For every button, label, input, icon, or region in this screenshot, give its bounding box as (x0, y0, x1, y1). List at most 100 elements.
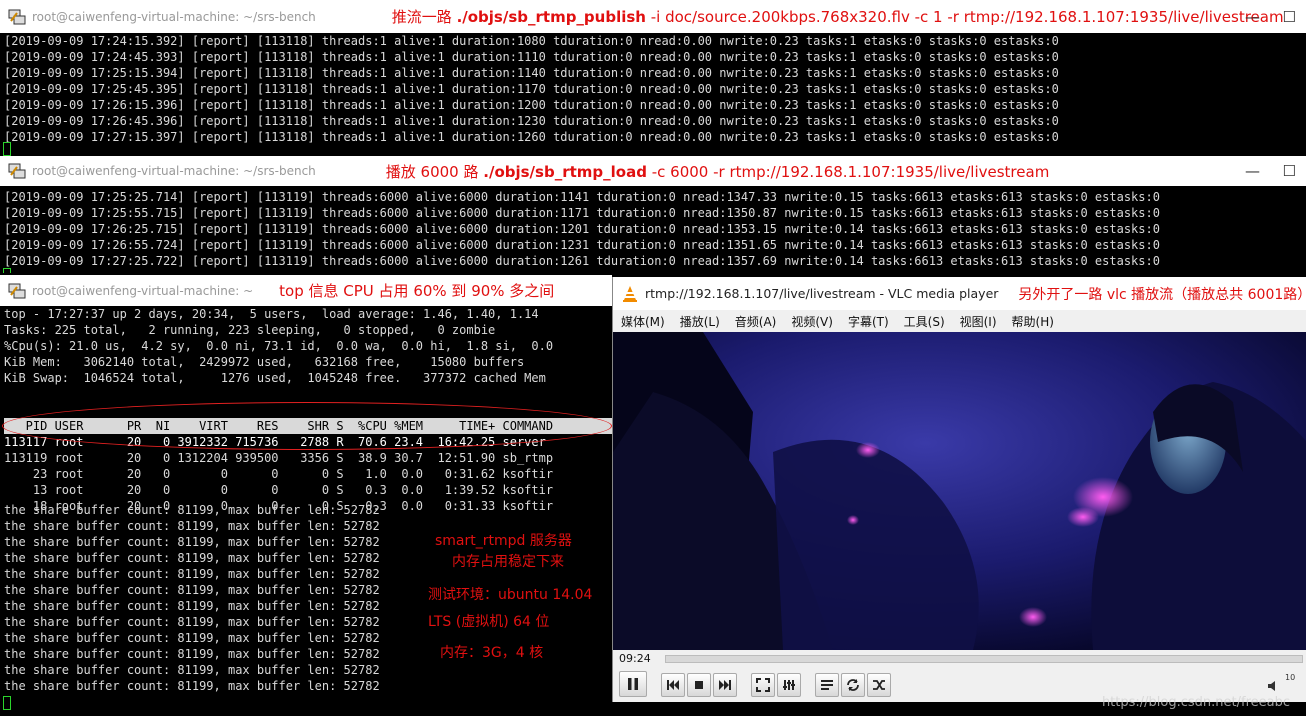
note-server-line2: 内存占用稳定下来 (452, 554, 564, 570)
annotation-load: 播放 6000 路 ./objs/sb_rtmp_load -c 6000 -r… (386, 161, 1050, 182)
buffer-log-line: the share buffer count: 81199, max buffe… (4, 599, 380, 613)
top-summary-line: top - 17:27:37 up 2 days, 20:34, 5 users… (4, 307, 539, 321)
menu-item[interactable]: 播放(L) (680, 313, 720, 330)
top-summary-line: %Cpu(s): 21.0 us, 4.2 sy, 0.0 ni, 73.1 i… (4, 339, 554, 353)
extended-settings-button[interactable] (777, 673, 801, 697)
shuffle-icon (873, 680, 885, 690)
loop-button[interactable] (841, 673, 865, 697)
menu-item[interactable]: 视频(V) (791, 313, 833, 330)
video-frame[interactable] (613, 332, 1306, 650)
menu-item[interactable]: 视图(I) (960, 313, 997, 330)
vlc-window: rtmp://192.168.1.107/live/livestream - V… (612, 277, 1306, 702)
log-line: [2019-09-09 17:26:45.396] [report] [1131… (4, 114, 1059, 128)
title-bar[interactable]: root@caiwenfeng-virtual-machine: ~/srs-b… (0, 0, 1306, 33)
log-line: [2019-09-09 17:26:15.396] [report] [1131… (4, 98, 1059, 112)
seek-bar[interactable] (665, 655, 1303, 663)
note-env-line2: LTS (虚拟机) 64 位 (428, 614, 550, 630)
volume-level: 10 (1285, 673, 1296, 682)
log-line: [2019-09-09 17:25:25.714] [report] [1131… (4, 190, 1160, 204)
annotation-load-cmd: ./objs/sb_rtmp_load (483, 162, 647, 181)
menu-item[interactable]: 媒体(M) (621, 313, 665, 330)
previous-button[interactable] (661, 673, 685, 697)
fullscreen-button[interactable] (751, 673, 775, 697)
vlc-title-bar[interactable]: rtmp://192.168.1.107/live/livestream - V… (613, 277, 1306, 310)
terminal-cursor (3, 696, 11, 710)
annotation-publish: 推流一路 ./objs/sb_rtmp_publish -i doc/sourc… (392, 6, 1284, 27)
window-title: root@caiwenfeng-virtual-machine: ~ (32, 283, 254, 298)
log-line: [2019-09-09 17:26:25.715] [report] [1131… (4, 222, 1160, 236)
putty-icon (8, 282, 26, 300)
buffer-log-line: the share buffer count: 81199, max buffe… (4, 535, 380, 549)
buffer-log-line: the share buffer count: 81199, max buffe… (4, 615, 380, 629)
terminal-cursor (3, 268, 11, 273)
annotation-publish-args: -i doc/source.200kbps.768x320.flv -c 1 -… (645, 8, 1284, 26)
video-scene (613, 332, 1306, 650)
note-env-line1: 测试环境：ubuntu 14.04 (428, 587, 593, 603)
vlc-window-title: rtmp://192.168.1.107/live/livestream - V… (645, 286, 999, 301)
terminal-output: [2019-09-09 17:24:15.392] [report] [1131… (4, 33, 1059, 145)
buffer-log-line: the share buffer count: 81199, max buffe… (4, 663, 380, 677)
log-line: [2019-09-09 17:27:15.397] [report] [1131… (4, 130, 1059, 144)
next-button[interactable] (713, 673, 737, 697)
note-server-line1: smart_rtmpd 服务器 (435, 533, 572, 549)
vlc-cone-icon (621, 285, 639, 303)
title-bar[interactable]: root@caiwenfeng-virtual-machine: ~/srs-b… (0, 156, 1306, 186)
annotation-load-args: -c 6000 -r rtmp://192.168.1.107:1935/liv… (646, 162, 1050, 181)
process-row: 13 root 20 0 0 0 0 S 0.3 0.0 1:39.52 kso… (4, 483, 554, 497)
top-summary-line: Tasks: 225 total, 2 running, 223 sleepin… (4, 323, 496, 337)
putty-icon (8, 8, 26, 26)
top-summary-line: KiB Swap: 1046524 total, 1276 used, 1045… (4, 371, 546, 385)
highlight-oval (2, 402, 612, 450)
annotation-publish-prefix: 推流一路 (391, 8, 457, 26)
playlist-button[interactable] (815, 673, 839, 697)
buffer-log-line: the share buffer count: 81199, max buffe… (4, 503, 380, 517)
minimize-button[interactable]: — (1245, 156, 1260, 186)
loop-icon (847, 679, 859, 691)
watermark: https://blog.csdn.net/freeabc (1101, 695, 1290, 710)
buffer-log-line: the share buffer count: 81199, max buffe… (4, 567, 380, 581)
next-icon (719, 680, 731, 690)
menu-item[interactable]: 工具(S) (904, 313, 945, 330)
menu-item[interactable]: 字幕(T) (848, 313, 889, 330)
buffer-log-line: the share buffer count: 81199, max buffe… (4, 519, 380, 533)
pause-button[interactable] (619, 671, 647, 697)
note-env-line3: 内存：3G，4 核 (440, 645, 544, 661)
menu-item[interactable]: 帮助(H) (1012, 313, 1054, 330)
maximize-button[interactable]: ☐ (1283, 0, 1296, 33)
annotation-vlc: 另外开了一路 vlc 播放流（播放总共 6001路） (1018, 286, 1306, 303)
vlc-menu-bar: 媒体(M) 播放(L) 音频(A) 视频(V) 字幕(T) 工具(S) 视图(I) 帮助(H) (613, 310, 1306, 332)
terminal-output: [2019-09-09 17:25:25.714] [report] [1131… (4, 189, 1160, 269)
stop-button[interactable] (687, 673, 711, 697)
equalizer-icon (783, 680, 795, 690)
buffer-log: the share buffer count: 81199, max buffe… (4, 502, 380, 694)
log-line: [2019-09-09 17:25:15.394] [report] [1131… (4, 66, 1059, 80)
annotation-publish-cmd: ./objs/sb_rtmp_publish (456, 8, 646, 26)
terminal-window-load: root@caiwenfeng-virtual-machine: ~/srs-b… (0, 156, 1306, 273)
buffer-log-line: the share buffer count: 81199, max buffe… (4, 583, 380, 597)
process-row: 23 root 20 0 0 0 0 S 1.0 0.0 0:31.62 kso… (4, 467, 554, 481)
putty-icon (8, 162, 26, 180)
terminal-window-publish: root@caiwenfeng-virtual-machine: ~/srs-b… (0, 0, 1306, 156)
minimize-button[interactable]: — (1245, 0, 1260, 33)
menu-item[interactable]: 音频(A) (735, 313, 777, 330)
buffer-log-line: the share buffer count: 81199, max buffe… (4, 631, 380, 645)
previous-icon (667, 680, 679, 690)
fullscreen-icon (756, 678, 770, 692)
playlist-icon (821, 680, 833, 690)
window-title: root@caiwenfeng-virtual-machine: ~/srs-b… (32, 9, 316, 24)
pause-icon (628, 678, 638, 690)
stop-icon (695, 681, 703, 689)
buffer-log-line: the share buffer count: 81199, max buffe… (4, 551, 380, 565)
title-bar[interactable]: root@caiwenfeng-virtual-machine: ~ top 信… (0, 275, 612, 306)
elapsed-time: 09:24 (619, 652, 651, 665)
log-line: [2019-09-09 17:25:45.395] [report] [1131… (4, 82, 1059, 96)
maximize-button[interactable]: ☐ (1283, 156, 1296, 186)
log-line: [2019-09-09 17:27:25.722] [report] [1131… (4, 254, 1160, 268)
buffer-log-line: the share buffer count: 81199, max buffe… (4, 679, 380, 693)
shuffle-button[interactable] (867, 673, 891, 697)
log-line: [2019-09-09 17:24:45.393] [report] [1131… (4, 50, 1059, 64)
buffer-log-line: the share buffer count: 81199, max buffe… (4, 647, 380, 661)
annotation-top: top 信息 CPU 占用 60% 到 90% 多之间 (279, 282, 555, 300)
top-summary: top - 17:27:37 up 2 days, 20:34, 5 users… (4, 306, 553, 386)
annotation-load-prefix: 播放 6000 路 (385, 162, 484, 181)
